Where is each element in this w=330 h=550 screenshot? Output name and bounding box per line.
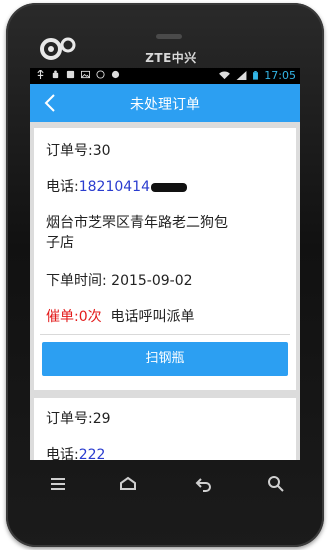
order-card: 订单号:30 电话:18210414 烟台市芝罘区青年路老二狗包 子店 下单时间…	[34, 128, 296, 390]
address-line: 烟台市芝罘区青年路老二狗包	[46, 215, 228, 231]
menu-icon[interactable]	[48, 474, 68, 494]
phone-row: 电话:18210414	[46, 176, 187, 196]
title-bar: 未处理订单	[30, 84, 300, 122]
order-time-value: 2015-09-02	[111, 273, 193, 289]
message-icon	[96, 70, 105, 79]
divider	[40, 334, 290, 335]
phone-number-link[interactable]: 222	[79, 447, 106, 460]
order-card: 订单号:29 电话:222	[34, 398, 296, 460]
urge-row: 催单:0次 电话呼叫派单	[46, 306, 195, 326]
app-icon	[111, 70, 120, 79]
redaction-mark	[150, 182, 187, 192]
search-icon[interactable]	[266, 474, 286, 494]
screen: 17:05 未处理订单 订单号:30 电话:18210414 烟台市芝罘区青年路…	[30, 68, 300, 460]
urge-count: 催单:0次	[46, 309, 102, 325]
phone-row: 电话:222	[46, 444, 105, 460]
notification-icon	[66, 70, 75, 79]
dispatch-method: 电话呼叫派单	[110, 309, 195, 325]
android-debug-icon	[52, 70, 59, 79]
address-line: 子店	[46, 235, 74, 251]
battery-icon	[253, 71, 259, 80]
home-icon[interactable]	[118, 474, 138, 494]
usb-icon	[37, 70, 44, 79]
scan-cylinder-button[interactable]: 扫钢瓶	[42, 342, 288, 376]
order-time-label: 下单时间:	[46, 273, 112, 289]
hardware-nav-bar	[30, 466, 300, 502]
status-bar: 17:05	[30, 68, 300, 84]
page-title: 未处理订单	[130, 97, 200, 113]
signal-icon	[236, 71, 247, 80]
order-number: 订单号:30	[46, 143, 111, 159]
return-icon[interactable]	[194, 474, 214, 494]
phone-label: 电话:	[46, 447, 79, 460]
order-time-row: 下单时间: 2015-09-02	[46, 270, 193, 290]
order-number: 订单号:29	[46, 411, 111, 427]
wifi-icon	[219, 71, 231, 80]
status-time: 17:05	[264, 69, 296, 82]
carrier-logo-icon	[40, 37, 76, 60]
brand-name: ZTE中兴	[145, 51, 197, 65]
phone-label: 电话:	[46, 179, 79, 195]
gallery-icon	[81, 70, 90, 79]
phone-number-link[interactable]: 18210414	[79, 179, 150, 195]
earpiece	[156, 34, 182, 39]
